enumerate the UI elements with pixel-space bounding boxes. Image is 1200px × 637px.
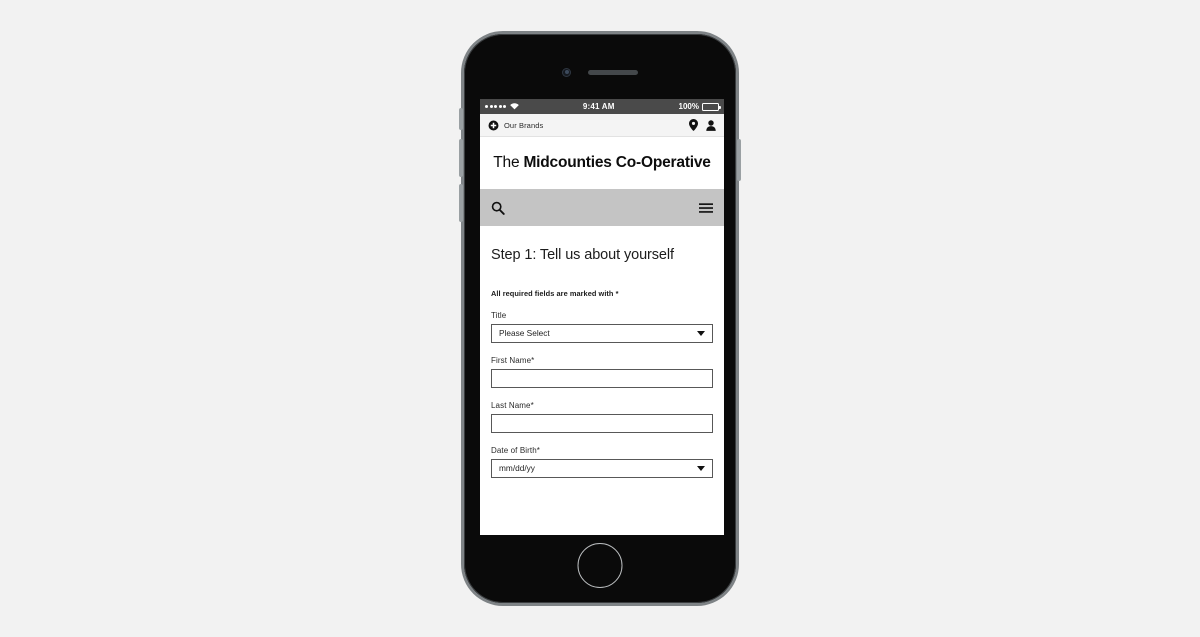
field-label-last-name: Last Name* [491, 401, 534, 410]
signal-strength-icon [485, 105, 506, 108]
field-first-name: First Name* [491, 356, 713, 388]
field-label-date-of-birth: Date of Birth* [491, 446, 540, 455]
title-select[interactable]: Please Select [491, 324, 713, 343]
brand-logo[interactable]: The Midcounties Co-Operative [493, 154, 711, 172]
plus-circle-icon [488, 120, 499, 130]
chevron-down-icon [697, 466, 705, 471]
our-brands-button[interactable]: Our Brands [488, 120, 543, 131]
battery-percent-label: 100% [678, 102, 699, 111]
power-button[interactable] [737, 139, 741, 181]
page-title: Step 1: Tell us about yourself [491, 247, 674, 263]
date-of-birth-value: mm/dd/yy [499, 463, 535, 474]
required-fields-note: All required fields are marked with * [491, 289, 619, 298]
field-label-title: Title [491, 311, 507, 320]
status-bar-right: 100% [678, 102, 721, 111]
brand-logo-name: Midcounties Co-Operative [523, 154, 711, 171]
brand-logo-prefix: The [493, 154, 524, 171]
battery-icon [702, 102, 721, 111]
last-name-input[interactable] [491, 414, 713, 433]
earpiece-speaker-icon [588, 69, 638, 75]
search-menu-bar [480, 189, 724, 226]
field-date-of-birth: Date of Birth* mm/dd/yy [491, 446, 713, 478]
location-pin-icon[interactable] [689, 119, 698, 131]
date-of-birth-select[interactable]: mm/dd/yy [491, 459, 713, 478]
volume-down-button[interactable] [459, 184, 463, 222]
home-button[interactable] [577, 543, 623, 588]
status-bar-time: 9:41 AM [582, 102, 615, 111]
user-account-icon[interactable] [706, 119, 716, 131]
title-select-value: Please Select [499, 328, 550, 339]
first-name-input[interactable] [491, 369, 713, 388]
utility-nav-bar: Our Brands [480, 114, 724, 137]
search-icon[interactable] [491, 201, 505, 215]
chevron-down-icon [697, 331, 705, 336]
main-content: Step 1: Tell us about yourself All requi… [480, 247, 724, 478]
earpiece-row [464, 67, 736, 77]
wifi-icon [510, 103, 519, 110]
mute-switch[interactable] [459, 108, 463, 130]
front-camera-icon [562, 67, 571, 77]
field-label-first-name: First Name* [491, 356, 535, 365]
volume-up-button[interactable] [459, 139, 463, 177]
phone-screen: 9:41 AM 100% Our Brands The Midcounties … [480, 99, 724, 535]
our-brands-label: Our Brands [504, 120, 544, 130]
hamburger-menu-icon[interactable] [699, 202, 713, 214]
phone-frame: 9:41 AM 100% Our Brands The Midcounties … [459, 31, 741, 606]
field-last-name: Last Name* [491, 401, 713, 433]
brand-header: The Midcounties Co-Operative [480, 137, 724, 189]
phone-body: 9:41 AM 100% Our Brands The Midcounties … [459, 34, 741, 603]
field-title: Title Please Select [491, 311, 713, 343]
status-bar: 9:41 AM 100% [480, 99, 724, 114]
utility-icon-group [689, 119, 716, 131]
